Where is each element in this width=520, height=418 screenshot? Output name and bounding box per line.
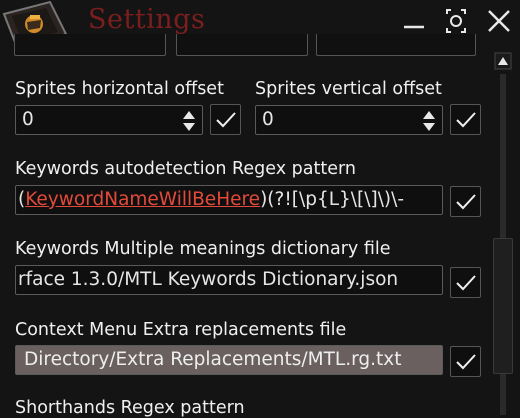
dictionary-apply-button[interactable] [450, 267, 481, 298]
vertical-offset-value: 0 [262, 109, 274, 130]
checkmark-icon [456, 275, 476, 291]
dictionary-file-label: Keywords Multiple meanings dictionary fi… [15, 239, 391, 259]
horizontal-offset-apply-button[interactable] [210, 104, 241, 135]
regex-pattern-input[interactable]: (KeywordNameWillBeHere)(?![\p{L}\[\]\)\- [15, 185, 443, 215]
horizontal-offset-label: Sprites horizontal offset [15, 79, 224, 99]
horizontal-offset-value: 0 [22, 109, 34, 130]
dictionary-file-value: rface 1.3.0/MTL Keywords Dictionary.json [18, 269, 399, 290]
spinner-arrows-icon[interactable] [182, 110, 196, 132]
regex-suffix: )(?![\p{L}\[\]\)\- [260, 189, 405, 210]
window-title: Settings [88, 4, 206, 35]
checkmark-icon [216, 112, 236, 128]
close-button[interactable] [484, 8, 514, 34]
checkmark-icon [456, 112, 476, 128]
horizontal-offset-input[interactable]: 0 [15, 105, 203, 135]
checkmark-icon [456, 354, 476, 370]
shorthands-regex-label: Shorthands Regex pattern [15, 398, 245, 418]
partial-field-middle[interactable] [176, 34, 308, 56]
checkmark-icon [456, 194, 476, 210]
context-menu-file-value: Directory/Extra Replacements/MTL.rg.txt [24, 349, 402, 370]
dictionary-file-input[interactable]: rface 1.3.0/MTL Keywords Dictionary.json [15, 265, 443, 295]
scroll-up-button[interactable] [493, 52, 513, 70]
partial-field-left[interactable] [14, 34, 166, 56]
regex-pattern-label: Keywords autodetection Regex pattern [15, 159, 356, 179]
regex-placeholder-token: KeywordNameWillBeHere [25, 189, 261, 210]
scroll-thumb[interactable] [493, 238, 513, 374]
close-icon [488, 10, 510, 32]
context-menu-file-input[interactable]: Directory/Extra Replacements/MTL.rg.txt [15, 345, 443, 375]
config-button[interactable] [442, 8, 472, 34]
vertical-offset-input[interactable]: 0 [255, 105, 443, 135]
minimize-button[interactable] [400, 8, 430, 34]
regex-pattern-value: (KeywordNameWillBeHere)(?![\p{L}\[\]\)\- [18, 189, 404, 210]
minimize-icon [404, 25, 424, 29]
regex-apply-button[interactable] [450, 186, 481, 217]
context-menu-file-label: Context Menu Extra replacements file [15, 320, 347, 340]
context-menu-apply-button[interactable] [450, 346, 481, 377]
gear-icon [446, 9, 466, 33]
partial-row [0, 34, 490, 56]
caret-up-icon [494, 52, 512, 70]
partial-field-right[interactable] [316, 34, 476, 56]
vertical-offset-label: Sprites vertical offset [255, 79, 442, 99]
scrollbar[interactable] [493, 50, 513, 415]
spinner-arrows-icon[interactable] [422, 110, 436, 132]
vertical-offset-apply-button[interactable] [450, 104, 481, 135]
